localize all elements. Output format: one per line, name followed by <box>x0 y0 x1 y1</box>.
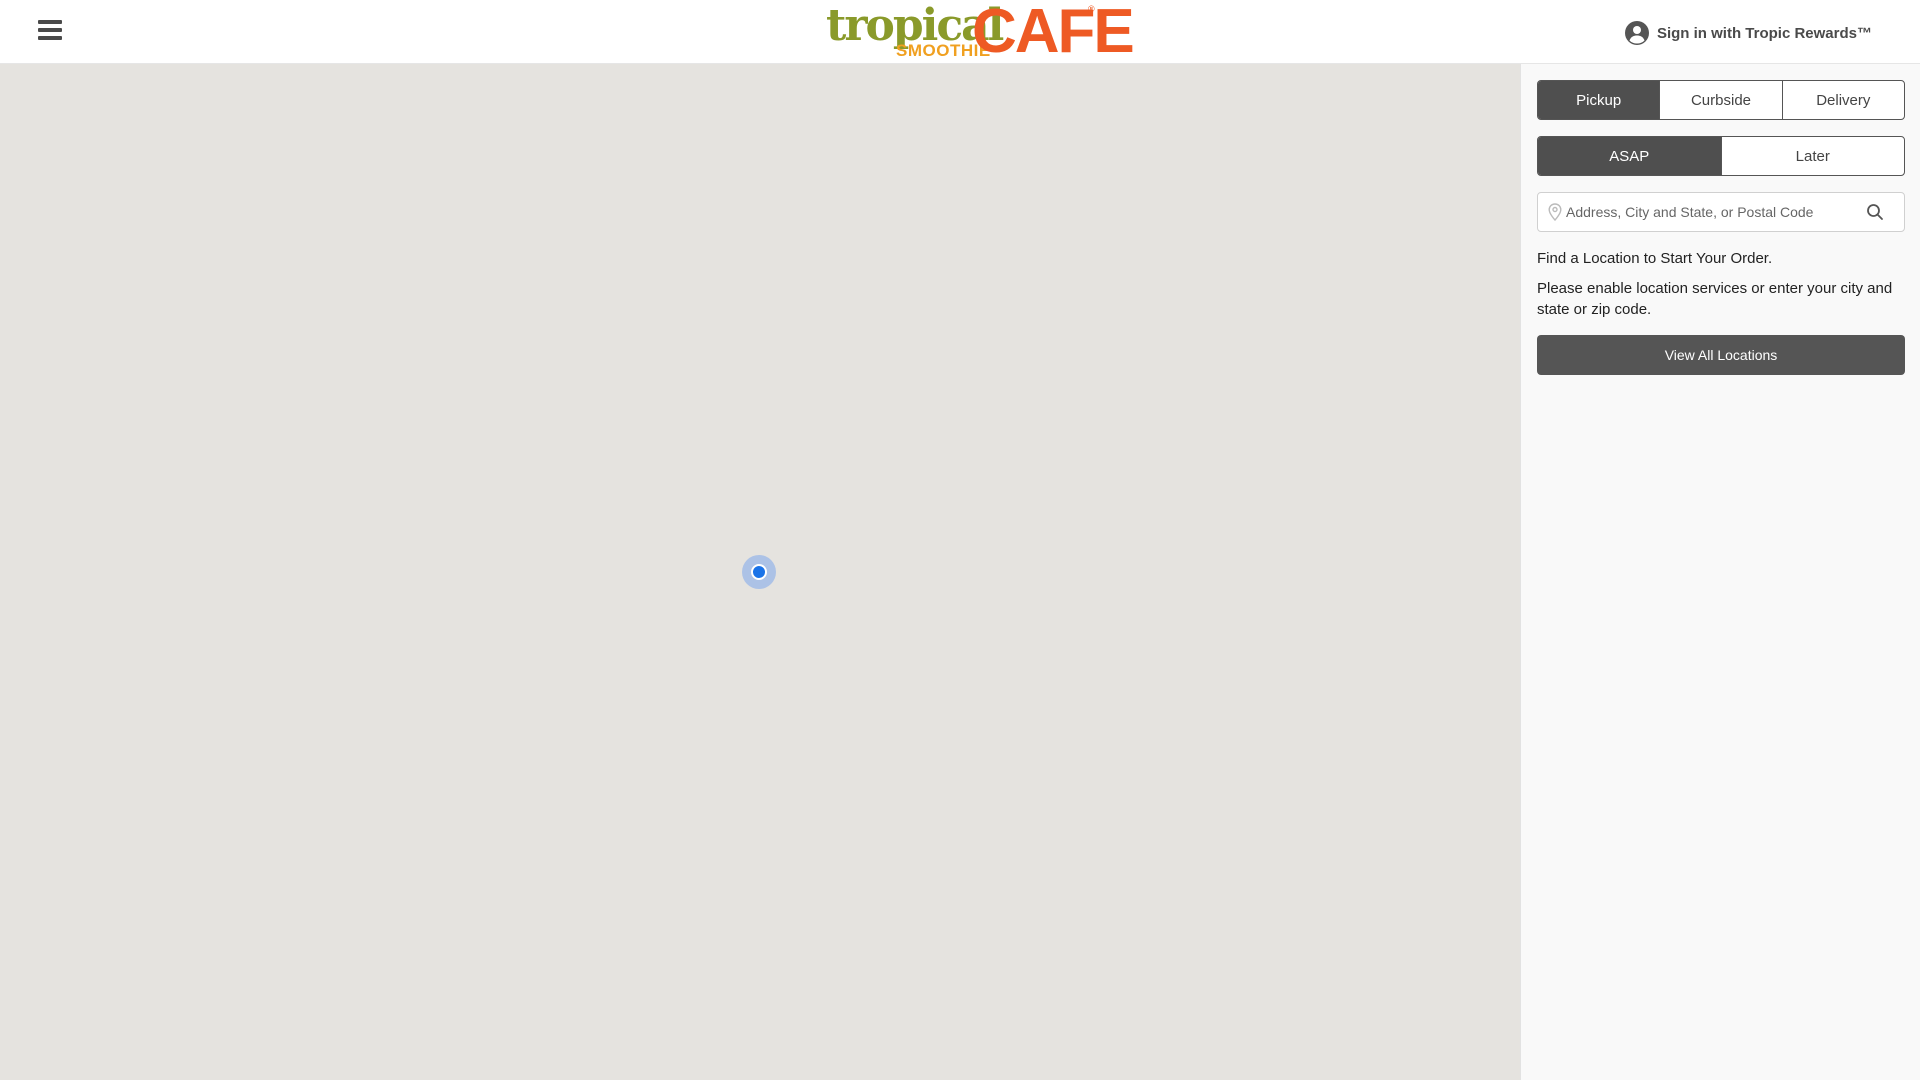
find-location-description: Please enable location services or enter… <box>1537 280 1893 318</box>
current-location-dot-core <box>751 564 767 580</box>
location-search-input[interactable] <box>1566 194 1866 230</box>
user-circle-icon <box>1624 21 1649 45</box>
logo-text-cafe: CAFE <box>972 0 1135 66</box>
curbside-option-button[interactable]: Curbside <box>1659 81 1781 119</box>
pickup-option-button[interactable]: Pickup <box>1538 81 1660 119</box>
hamburger-menu-icon[interactable] <box>38 20 64 44</box>
view-all-locations-button[interactable]: View All Locations <box>1537 335 1905 375</box>
order-type-toggle: Pickup Curbside Delivery <box>1537 80 1905 120</box>
find-location-heading: Find a Location to Start Your Order. <box>1537 250 1773 267</box>
later-option-button[interactable]: Later <box>1720 137 1905 175</box>
magnifier-icon[interactable] <box>1866 203 1884 221</box>
delivery-option-button[interactable]: Delivery <box>1781 81 1904 119</box>
location-side-panel: Pickup Curbside Delivery ASAP Later Find… <box>1520 64 1920 1080</box>
location-search-box <box>1537 192 1905 232</box>
sign-in-button[interactable]: Sign in with Tropic Rewards™ <box>1624 20 1872 46</box>
top-header: tropical SMOOTHIE CAFE ® Sign in with Tr… <box>0 0 1920 64</box>
asap-option-button[interactable]: ASAP <box>1538 137 1721 175</box>
logo-registered-mark: ® <box>1088 4 1095 14</box>
map-pin-icon <box>1548 203 1562 221</box>
tropical-smoothie-cafe-logo[interactable]: tropical SMOOTHIE CAFE ® <box>826 0 1135 64</box>
map-canvas[interactable] <box>0 64 1520 1080</box>
sign-in-label: Sign in with Tropic Rewards™ <box>1656 24 1872 42</box>
order-time-toggle: ASAP Later <box>1537 136 1905 176</box>
current-location-marker <box>742 555 776 589</box>
